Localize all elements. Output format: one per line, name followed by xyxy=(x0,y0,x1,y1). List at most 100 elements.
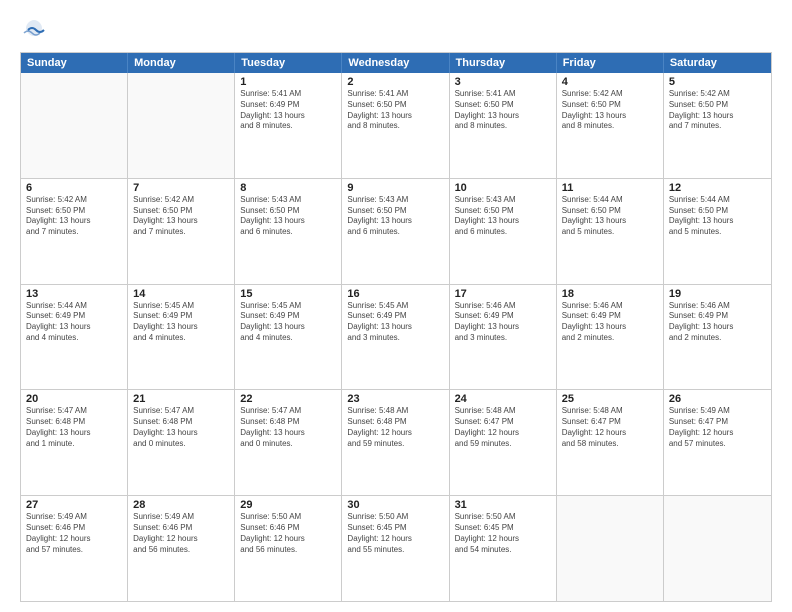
calendar-cell: 9Sunrise: 5:43 AM Sunset: 6:50 PM Daylig… xyxy=(342,179,449,284)
calendar-cell: 25Sunrise: 5:48 AM Sunset: 6:47 PM Dayli… xyxy=(557,390,664,495)
calendar-row-1: 1Sunrise: 5:41 AM Sunset: 6:49 PM Daylig… xyxy=(21,73,771,178)
calendar-cell: 21Sunrise: 5:47 AM Sunset: 6:48 PM Dayli… xyxy=(128,390,235,495)
calendar-cell: 12Sunrise: 5:44 AM Sunset: 6:50 PM Dayli… xyxy=(664,179,771,284)
calendar-cell: 11Sunrise: 5:44 AM Sunset: 6:50 PM Dayli… xyxy=(557,179,664,284)
day-info: Sunrise: 5:41 AM Sunset: 6:50 PM Dayligh… xyxy=(347,89,443,132)
calendar-cell: 26Sunrise: 5:49 AM Sunset: 6:47 PM Dayli… xyxy=(664,390,771,495)
day-number: 31 xyxy=(455,499,551,511)
day-info: Sunrise: 5:44 AM Sunset: 6:50 PM Dayligh… xyxy=(562,195,658,238)
calendar-cell: 17Sunrise: 5:46 AM Sunset: 6:49 PM Dayli… xyxy=(450,285,557,390)
calendar-cell: 20Sunrise: 5:47 AM Sunset: 6:48 PM Dayli… xyxy=(21,390,128,495)
day-number: 13 xyxy=(26,288,122,300)
day-info: Sunrise: 5:43 AM Sunset: 6:50 PM Dayligh… xyxy=(347,195,443,238)
day-number: 20 xyxy=(26,393,122,405)
day-number: 6 xyxy=(26,182,122,194)
calendar-body: 1Sunrise: 5:41 AM Sunset: 6:49 PM Daylig… xyxy=(21,73,771,601)
day-info: Sunrise: 5:44 AM Sunset: 6:50 PM Dayligh… xyxy=(669,195,766,238)
calendar-cell xyxy=(128,73,235,178)
day-info: Sunrise: 5:49 AM Sunset: 6:46 PM Dayligh… xyxy=(133,512,229,555)
day-info: Sunrise: 5:41 AM Sunset: 6:50 PM Dayligh… xyxy=(455,89,551,132)
calendar-cell: 1Sunrise: 5:41 AM Sunset: 6:49 PM Daylig… xyxy=(235,73,342,178)
day-info: Sunrise: 5:43 AM Sunset: 6:50 PM Dayligh… xyxy=(455,195,551,238)
day-number: 9 xyxy=(347,182,443,194)
day-info: Sunrise: 5:49 AM Sunset: 6:46 PM Dayligh… xyxy=(26,512,122,555)
calendar-cell: 6Sunrise: 5:42 AM Sunset: 6:50 PM Daylig… xyxy=(21,179,128,284)
day-info: Sunrise: 5:42 AM Sunset: 6:50 PM Dayligh… xyxy=(133,195,229,238)
day-number: 15 xyxy=(240,288,336,300)
calendar-cell xyxy=(664,496,771,601)
calendar-cell: 2Sunrise: 5:41 AM Sunset: 6:50 PM Daylig… xyxy=(342,73,449,178)
header-day-saturday: Saturday xyxy=(664,53,771,73)
calendar-cell: 13Sunrise: 5:44 AM Sunset: 6:49 PM Dayli… xyxy=(21,285,128,390)
calendar-cell: 18Sunrise: 5:46 AM Sunset: 6:49 PM Dayli… xyxy=(557,285,664,390)
day-info: Sunrise: 5:50 AM Sunset: 6:46 PM Dayligh… xyxy=(240,512,336,555)
calendar-cell: 31Sunrise: 5:50 AM Sunset: 6:45 PM Dayli… xyxy=(450,496,557,601)
calendar-cell: 10Sunrise: 5:43 AM Sunset: 6:50 PM Dayli… xyxy=(450,179,557,284)
day-info: Sunrise: 5:42 AM Sunset: 6:50 PM Dayligh… xyxy=(562,89,658,132)
day-info: Sunrise: 5:50 AM Sunset: 6:45 PM Dayligh… xyxy=(347,512,443,555)
calendar-row-5: 27Sunrise: 5:49 AM Sunset: 6:46 PM Dayli… xyxy=(21,495,771,601)
calendar-row-2: 6 Sunrise: 5:42 AM Sunset: 6:50 PM Daylig… xyxy=(21,178,771,284)
day-info: Sunrise: 5:41 AM Sunset: 6:49 PM Dayligh… xyxy=(240,89,336,132)
day-info: Sunrise: 5:46 AM Sunset: 6:49 PM Dayligh… xyxy=(562,301,658,344)
calendar-row-3: 13Sunrise: 5:44 AM Sunset: 6:49 PM Dayli… xyxy=(21,284,771,390)
day-number: 18 xyxy=(562,288,658,300)
calendar-row-4: 20Sunrise: 5:47 AM Sunset: 6:48 PM Dayli… xyxy=(21,389,771,495)
day-number: 3 xyxy=(455,76,551,88)
day-number: 2 xyxy=(347,76,443,88)
header-day-wednesday: Wednesday xyxy=(342,53,449,73)
day-info: Sunrise: 5:47 AM Sunset: 6:48 PM Dayligh… xyxy=(240,406,336,449)
day-info: Sunrise: 5:42 AM Sunset: 6:50 PM Dayligh… xyxy=(669,89,766,132)
day-number: 11 xyxy=(562,182,658,194)
day-number: 28 xyxy=(133,499,229,511)
day-number: 25 xyxy=(562,393,658,405)
day-number: 30 xyxy=(347,499,443,511)
header-day-friday: Friday xyxy=(557,53,664,73)
day-info: Sunrise: 5:47 AM Sunset: 6:48 PM Dayligh… xyxy=(26,406,122,449)
calendar-cell: 19Sunrise: 5:46 AM Sunset: 6:49 PM Dayli… xyxy=(664,285,771,390)
logo-icon xyxy=(20,16,48,44)
day-info: Sunrise: 5:48 AM Sunset: 6:47 PM Dayligh… xyxy=(455,406,551,449)
calendar-cell: 16Sunrise: 5:45 AM Sunset: 6:49 PM Dayli… xyxy=(342,285,449,390)
day-info: Sunrise: 5:45 AM Sunset: 6:49 PM Dayligh… xyxy=(133,301,229,344)
calendar-cell: 7Sunrise: 5:42 AM Sunset: 6:50 PM Daylig… xyxy=(128,179,235,284)
calendar-cell: 3Sunrise: 5:41 AM Sunset: 6:50 PM Daylig… xyxy=(450,73,557,178)
day-info: Sunrise: 5:50 AM Sunset: 6:45 PM Dayligh… xyxy=(455,512,551,555)
day-number: 21 xyxy=(133,393,229,405)
calendar: SundayMondayTuesdayWednesdayThursdayFrid… xyxy=(20,52,772,602)
header-day-monday: Monday xyxy=(128,53,235,73)
day-info: Sunrise: 5:45 AM Sunset: 6:49 PM Dayligh… xyxy=(240,301,336,344)
day-number: 4 xyxy=(562,76,658,88)
calendar-cell: 30Sunrise: 5:50 AM Sunset: 6:45 PM Dayli… xyxy=(342,496,449,601)
header-day-tuesday: Tuesday xyxy=(235,53,342,73)
logo xyxy=(20,16,52,44)
day-number: 14 xyxy=(133,288,229,300)
calendar-cell: 23Sunrise: 5:48 AM Sunset: 6:48 PM Dayli… xyxy=(342,390,449,495)
calendar-cell: 5Sunrise: 5:42 AM Sunset: 6:50 PM Daylig… xyxy=(664,73,771,178)
calendar-cell: 29Sunrise: 5:50 AM Sunset: 6:46 PM Dayli… xyxy=(235,496,342,601)
calendar-cell xyxy=(21,73,128,178)
day-number: 8 xyxy=(240,182,336,194)
day-info: Sunrise: 5:46 AM Sunset: 6:49 PM Dayligh… xyxy=(669,301,766,344)
day-info: Sunrise: 5:48 AM Sunset: 6:47 PM Dayligh… xyxy=(562,406,658,449)
day-number: 12 xyxy=(669,182,766,194)
calendar-cell: 24Sunrise: 5:48 AM Sunset: 6:47 PM Dayli… xyxy=(450,390,557,495)
day-number: 24 xyxy=(455,393,551,405)
calendar-cell: 14Sunrise: 5:45 AM Sunset: 6:49 PM Dayli… xyxy=(128,285,235,390)
day-number: 10 xyxy=(455,182,551,194)
calendar-cell: 28Sunrise: 5:49 AM Sunset: 6:46 PM Dayli… xyxy=(128,496,235,601)
day-number: 17 xyxy=(455,288,551,300)
header-day-sunday: Sunday xyxy=(21,53,128,73)
day-number: 26 xyxy=(669,393,766,405)
day-number: 1 xyxy=(240,76,336,88)
day-info: Sunrise: 5:45 AM Sunset: 6:49 PM Dayligh… xyxy=(347,301,443,344)
day-number: 29 xyxy=(240,499,336,511)
calendar-cell: 27Sunrise: 5:49 AM Sunset: 6:46 PM Dayli… xyxy=(21,496,128,601)
day-info: Sunrise: 5:47 AM Sunset: 6:48 PM Dayligh… xyxy=(133,406,229,449)
calendar-cell xyxy=(557,496,664,601)
day-number: 19 xyxy=(669,288,766,300)
day-number: 23 xyxy=(347,393,443,405)
day-number: 7 xyxy=(133,182,229,194)
day-number: 22 xyxy=(240,393,336,405)
calendar-cell: 8Sunrise: 5:43 AM Sunset: 6:50 PM Daylig… xyxy=(235,179,342,284)
